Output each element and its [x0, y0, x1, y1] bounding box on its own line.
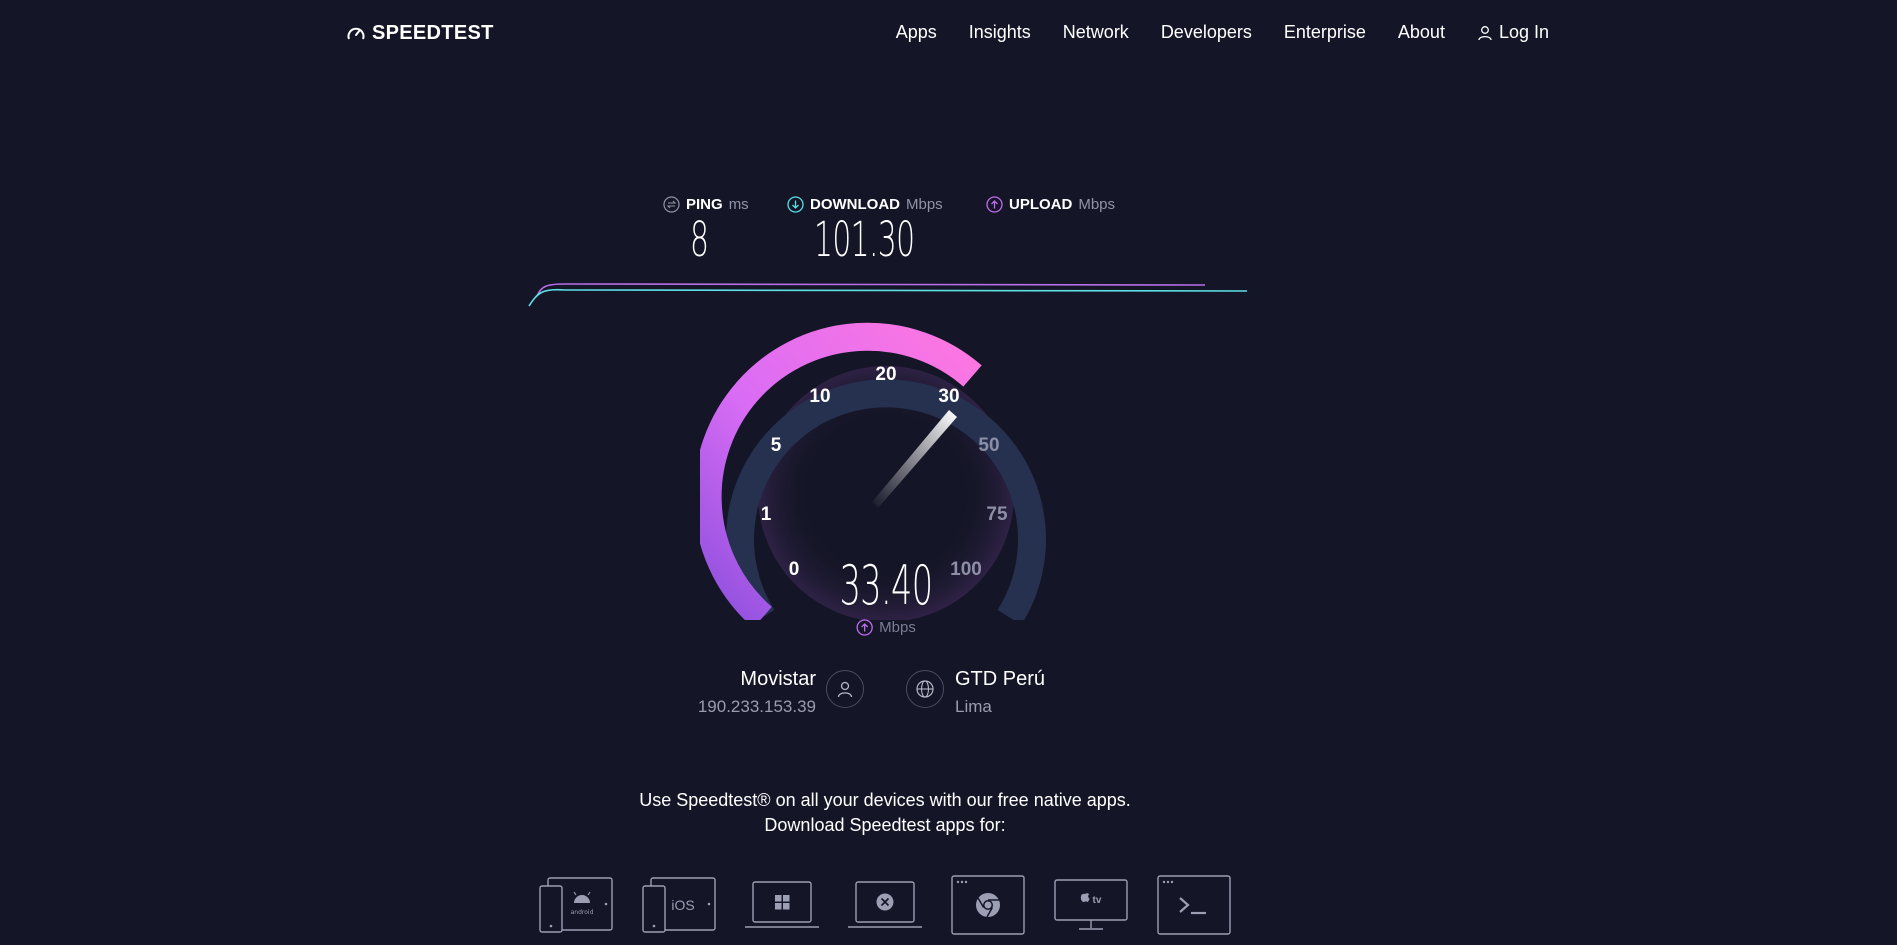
android-label: android [571, 909, 594, 916]
tv-label: tv [1093, 895, 1102, 906]
ping-value: 8 [690, 212, 709, 268]
speedometer-icon [347, 27, 365, 39]
download-icon [787, 196, 804, 213]
upload-icon [856, 619, 873, 636]
upload-icon [986, 196, 1003, 213]
user-icon [837, 681, 853, 698]
ping-unit: ms [728, 196, 749, 213]
upload-label: UPLOAD [1009, 196, 1073, 213]
android-app-icon[interactable]: android [538, 876, 615, 934]
windows-app-icon[interactable] [744, 880, 820, 930]
appletv-app-icon[interactable]: tv [1053, 878, 1129, 934]
user-icon [1478, 25, 1492, 40]
ping-label: PING [686, 196, 723, 213]
provider-button[interactable] [826, 670, 864, 708]
gauge-label-50: 50 [978, 435, 1000, 456]
macos-app-icon[interactable] [847, 880, 923, 930]
gauge-label-20: 20 [875, 364, 897, 385]
gauge-label-5: 5 [770, 435, 782, 456]
ping-icon [663, 196, 680, 213]
login-label: Log In [1498, 22, 1549, 42]
apps-promo: Use Speedtest® on all your devices with … [0, 788, 1770, 838]
speedtest-logo[interactable]: SPEEDTEST [346, 22, 494, 45]
nav-apps[interactable]: Apps [896, 22, 937, 43]
current-speed-value: 33.40 [839, 554, 933, 617]
gauge-label-100: 100 [950, 559, 982, 580]
main-nav: Apps Insights Network Developers Enterpr… [896, 22, 1549, 43]
provider-ip: 190.233.153.39 [697, 697, 816, 716]
provider-name: Movistar [740, 668, 816, 690]
ios-label: iOS [671, 897, 694, 913]
nav-enterprise[interactable]: Enterprise [1284, 22, 1366, 43]
server-location: Lima [955, 697, 992, 716]
upload-unit: Mbps [1078, 196, 1116, 213]
nav-about[interactable]: About [1398, 22, 1445, 43]
globe-icon [916, 680, 934, 698]
gauge-label-30: 30 [938, 386, 960, 407]
speed-history-graph [528, 283, 1248, 307]
gauge-label-10: 10 [809, 386, 831, 407]
ios-app-icon[interactable]: iOS [641, 876, 718, 934]
nav-insights[interactable]: Insights [969, 22, 1031, 43]
ping-header: PING ms [663, 196, 749, 213]
server-button[interactable] [906, 670, 944, 708]
download-value: 101.30 [814, 212, 915, 268]
login-link[interactable]: Log In [1477, 22, 1549, 43]
download-header: DOWNLOAD Mbps [787, 196, 943, 213]
current-speed-unit-label: Mbps [879, 619, 916, 636]
provider-info: Movistar 190.233.153.39 [698, 668, 816, 717]
gauge-label-75: 75 [986, 504, 1008, 525]
nav-network[interactable]: Network [1063, 22, 1129, 43]
gauge-label-0: 0 [788, 559, 800, 580]
nav-developers[interactable]: Developers [1161, 22, 1252, 43]
cli-app-icon[interactable] [1156, 874, 1232, 936]
current-speed-unit: Mbps [856, 619, 916, 636]
server-name: GTD Perú [955, 668, 1046, 690]
promo-line-1: Use Speedtest® on all your devices with … [639, 790, 1131, 810]
chrome-app-icon[interactable] [950, 874, 1026, 936]
upload-header: UPLOAD Mbps [986, 196, 1115, 213]
gauge-label-1: 1 [760, 504, 772, 525]
server-info: GTD Perú Lima [955, 668, 1045, 717]
promo-line-2: Download Speedtest apps for: [764, 815, 1006, 835]
download-unit: Mbps [906, 196, 943, 213]
download-label: DOWNLOAD [810, 196, 900, 213]
download-history-line [528, 288, 1248, 307]
brand-name: SPEEDTEST [372, 22, 494, 44]
